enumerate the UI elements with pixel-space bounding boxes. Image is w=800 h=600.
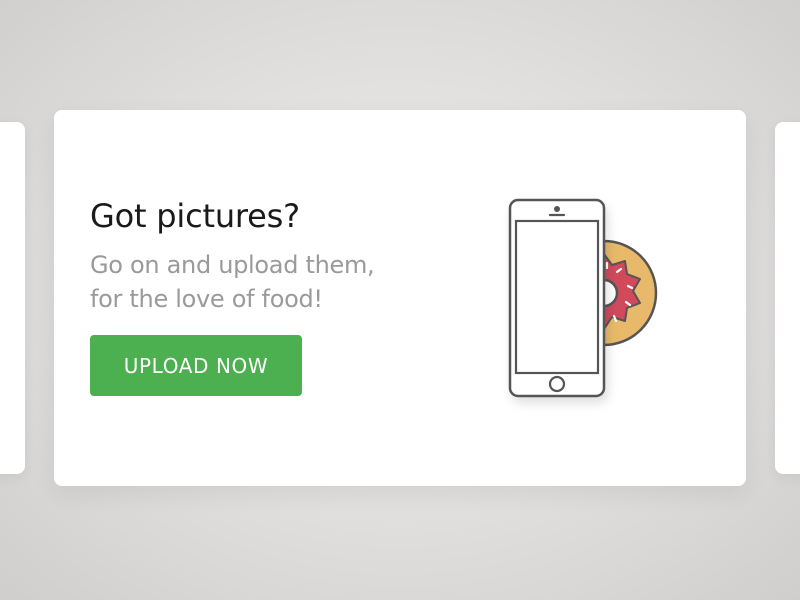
promo-subtitle-line-2: for the love of food! <box>90 285 323 313</box>
phone-donut-illustration <box>508 198 658 398</box>
next-card-peek[interactable] <box>775 122 800 474</box>
upload-now-button[interactable]: UPLOAD NOW <box>90 335 302 396</box>
smartphone-icon <box>508 198 606 398</box>
upload-promo-card: Got pictures? Go on and upload them, for… <box>54 110 746 486</box>
promo-subtitle-line-1: Go on and upload them, <box>90 251 375 279</box>
promo-subtitle: Go on and upload them, for the love of f… <box>90 248 420 316</box>
promo-title: Got pictures? <box>90 197 300 235</box>
previous-card-peek[interactable] <box>0 122 25 474</box>
